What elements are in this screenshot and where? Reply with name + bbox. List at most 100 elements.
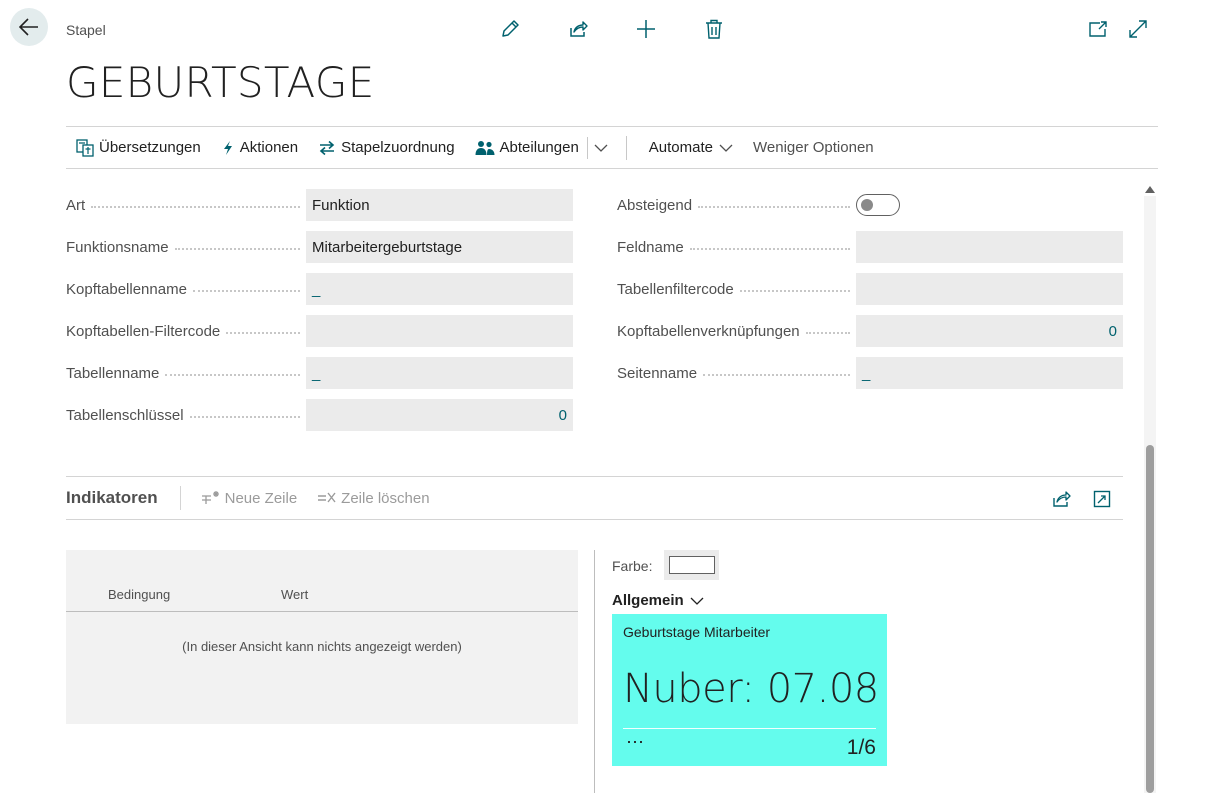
kopftabellenname-input[interactable]: _ <box>306 273 573 305</box>
delete-line-icon <box>318 492 336 503</box>
trash-icon <box>705 19 722 39</box>
vertical-divider <box>594 550 595 793</box>
feldname-input[interactable] <box>856 231 1123 263</box>
farbe-picker[interactable] <box>664 550 719 580</box>
field-seitenname: Seitenname _ <box>617 357 1123 389</box>
open-new-window-button[interactable] <box>1084 16 1112 42</box>
abteilungen-button[interactable]: Abteilungen <box>465 127 583 168</box>
field-tabellenfiltercode: Tabellenfiltercode <box>617 273 1123 305</box>
field-tabellenschluessel: Tabellenschlüssel 0 <box>66 399 573 431</box>
chevron-down-icon <box>719 144 733 152</box>
tabellenschluessel-input[interactable]: 0 <box>306 399 573 431</box>
page-title: GEBURTSTAGE <box>66 58 375 107</box>
grid-header: Bedingung Wert <box>66 584 578 612</box>
allgemein-section-toggle[interactable]: Allgemein <box>612 592 704 609</box>
delete-button[interactable] <box>696 16 731 42</box>
column-header-wert[interactable]: Wert <box>281 587 308 602</box>
toggle-knob <box>861 199 873 211</box>
scroll-up-arrow[interactable] <box>1145 186 1155 193</box>
swap-arrows-icon <box>319 140 335 155</box>
automate-menu[interactable]: Automate <box>639 127 743 168</box>
field-label: Seitenname <box>617 364 698 382</box>
tabellenfiltercode-input[interactable] <box>856 273 1123 305</box>
new-line-icon <box>201 491 219 504</box>
empty-state-text: (In dieser Ansicht kann nichts angezeigt… <box>182 639 462 654</box>
field-feldname: Feldname <box>617 231 1123 263</box>
divider <box>179 486 181 510</box>
field-tabellenname: Tabellenname _ <box>66 357 573 389</box>
color-swatch <box>668 556 715 574</box>
share-button[interactable] <box>560 16 595 42</box>
share-icon <box>569 21 588 37</box>
field-label: Feldname <box>617 238 684 256</box>
field-label: Tabellenfiltercode <box>617 280 734 298</box>
tabellenname-input[interactable]: _ <box>306 357 573 389</box>
weniger-optionen-button[interactable]: Weniger Optionen <box>743 127 884 168</box>
share-icon <box>1053 491 1071 507</box>
delete-line-label: Zeile löschen <box>341 489 430 507</box>
indicators-share-button[interactable] <box>1049 487 1075 511</box>
divider <box>625 135 627 160</box>
window-actions <box>1084 16 1164 42</box>
field-kopftabellen-filtercode: Kopftabellen-Filtercode <box>66 315 573 347</box>
field-label: Tabellenschlüssel <box>66 406 184 424</box>
field-kopftabellenname: Kopftabellenname _ <box>66 273 573 305</box>
action-bar: Übersetzungen Aktionen Stapelzuordnung A… <box>66 126 1158 169</box>
field-label: Art <box>66 196 86 214</box>
breadcrumb: Stapel <box>66 22 106 38</box>
field-art: Art Funktion <box>66 189 573 221</box>
new-button[interactable] <box>628 16 663 42</box>
cue-tile[interactable]: Geburtstage Mitarbeiter Nuber: 07.08 ⋯ 1… <box>612 614 887 766</box>
tile-more-button[interactable]: ⋯ <box>626 732 646 753</box>
indicators-title[interactable]: Indikatoren <box>66 488 180 508</box>
abteilungen-dropdown[interactable] <box>588 127 614 168</box>
field-absteigend: Absteigend <box>617 189 900 221</box>
kopftabellen-filtercode-input[interactable] <box>306 315 573 347</box>
people-icon <box>475 140 495 155</box>
new-line-button[interactable]: Neue Zeile <box>201 489 298 507</box>
expand-icon <box>1129 20 1147 38</box>
translation-icon <box>76 138 94 157</box>
tile-value: Nuber: 07.08 <box>623 666 879 712</box>
edit-button[interactable] <box>492 16 527 42</box>
allgemein-label: Allgemein <box>612 592 684 609</box>
lightning-icon <box>223 140 232 155</box>
indicators-grid: Bedingung Wert (In dieser Ansicht kann n… <box>66 550 578 724</box>
field-label: Absteigend <box>617 196 693 214</box>
stapelzuordnung-label: Stapelzuordnung <box>341 139 455 156</box>
chevron-down-icon <box>594 144 608 152</box>
field-kopftabellenverknuepfungen: Kopftabellenverknüpfungen 0 <box>617 315 1123 347</box>
open-new-window-icon <box>1089 21 1107 37</box>
tile-title: Geburtstage Mitarbeiter <box>623 624 771 640</box>
field-label: Kopftabellenname <box>66 280 187 298</box>
expand-button[interactable] <box>1124 16 1152 42</box>
back-button[interactable] <box>10 8 48 46</box>
automate-label: Automate <box>648 139 713 156</box>
seitenname-input[interactable]: _ <box>856 357 1123 389</box>
field-label: Funktionsname <box>66 238 169 256</box>
new-line-label: Neue Zeile <box>224 489 298 507</box>
indicators-header: Indikatoren Neue Zeile Zeile löschen <box>66 476 1123 520</box>
expand-box-icon <box>1093 490 1111 508</box>
aktionen-label: Aktionen <box>239 139 299 156</box>
funktionsname-input[interactable]: Mitarbeitergeburtstage <box>306 231 573 263</box>
uebersetzungen-label: Übersetzungen <box>99 139 201 156</box>
kopftabellenverknuepfungen-input[interactable]: 0 <box>856 315 1123 347</box>
arrow-left-icon <box>19 18 38 36</box>
absteigend-toggle[interactable] <box>856 194 900 216</box>
aktionen-button[interactable]: Aktionen <box>211 127 308 168</box>
abteilungen-label: Abteilungen <box>499 139 579 156</box>
art-input[interactable]: Funktion <box>306 189 573 221</box>
farbe-label: Farbe: <box>612 558 653 574</box>
indicators-right-actions <box>1035 487 1115 511</box>
top-actions <box>492 16 764 42</box>
pencil-icon <box>501 20 519 37</box>
plus-icon <box>636 20 655 38</box>
indicators-expand-button[interactable] <box>1089 487 1115 511</box>
column-header-bedingung[interactable]: Bedingung <box>108 587 170 602</box>
scrollbar-thumb[interactable] <box>1146 445 1154 793</box>
stapelzuordnung-button[interactable]: Stapelzuordnung <box>308 127 464 168</box>
weniger-optionen-label: Weniger Optionen <box>753 139 874 156</box>
uebersetzungen-button[interactable]: Übersetzungen <box>66 127 211 168</box>
delete-line-button[interactable]: Zeile löschen <box>317 489 430 507</box>
